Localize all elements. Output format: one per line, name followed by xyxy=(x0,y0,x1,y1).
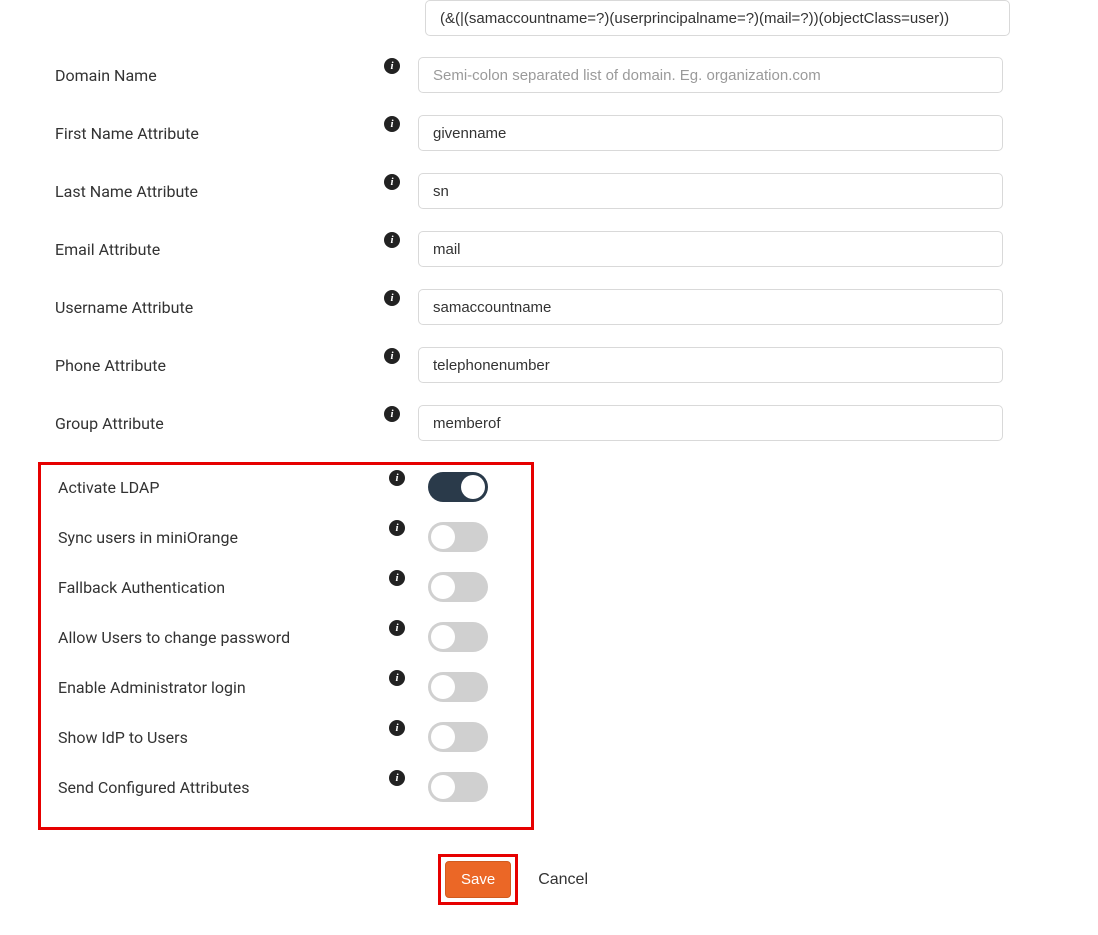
last-name-attr-label: Last Name Attribute xyxy=(55,182,384,201)
email-attr-input[interactable] xyxy=(418,231,1003,267)
show-idp-toggle[interactable] xyxy=(428,722,488,752)
save-button-highlight: Save xyxy=(438,854,518,905)
show-idp-label: Show IdP to Users xyxy=(58,728,389,747)
search-filter-input[interactable] xyxy=(425,0,1010,36)
info-icon[interactable]: i xyxy=(384,232,400,248)
admin-login-label: Enable Administrator login xyxy=(58,678,389,697)
fallback-auth-toggle[interactable] xyxy=(428,572,488,602)
save-button[interactable]: Save xyxy=(445,861,511,898)
info-icon[interactable]: i xyxy=(384,58,400,74)
admin-login-toggle[interactable] xyxy=(428,672,488,702)
info-icon[interactable]: i xyxy=(384,174,400,190)
send-attrs-toggle[interactable] xyxy=(428,772,488,802)
info-icon[interactable]: i xyxy=(384,348,400,364)
info-icon[interactable]: i xyxy=(389,720,405,736)
info-icon[interactable]: i xyxy=(389,470,405,486)
info-icon[interactable]: i xyxy=(384,116,400,132)
domain-name-input[interactable] xyxy=(418,57,1003,93)
group-attr-label: Group Attribute xyxy=(55,414,384,433)
info-icon[interactable]: i xyxy=(384,406,400,422)
info-icon[interactable]: i xyxy=(389,670,405,686)
phone-attr-input[interactable] xyxy=(418,347,1003,383)
info-icon[interactable]: i xyxy=(389,620,405,636)
email-attr-label: Email Attribute xyxy=(55,240,384,259)
username-attr-input[interactable] xyxy=(418,289,1003,325)
info-icon[interactable]: i xyxy=(389,570,405,586)
allow-change-pwd-label: Allow Users to change password xyxy=(58,628,389,647)
last-name-attr-input[interactable] xyxy=(418,173,1003,209)
fallback-auth-label: Fallback Authentication xyxy=(58,578,389,597)
info-icon[interactable]: i xyxy=(389,770,405,786)
sync-users-label: Sync users in miniOrange xyxy=(58,528,389,547)
info-icon[interactable]: i xyxy=(389,520,405,536)
domain-name-label: Domain Name xyxy=(55,66,384,85)
sync-users-toggle[interactable] xyxy=(428,522,488,552)
first-name-attr-label: First Name Attribute xyxy=(55,124,384,143)
info-icon[interactable]: i xyxy=(384,290,400,306)
cancel-button[interactable]: Cancel xyxy=(538,871,588,889)
options-highlighted-section: Activate LDAP i Sync users in miniOrange… xyxy=(38,462,534,830)
phone-attr-label: Phone Attribute xyxy=(55,356,384,375)
allow-change-pwd-toggle[interactable] xyxy=(428,622,488,652)
username-attr-label: Username Attribute xyxy=(55,298,384,317)
send-attrs-label: Send Configured Attributes xyxy=(58,778,389,797)
activate-ldap-toggle[interactable] xyxy=(428,472,488,502)
first-name-attr-input[interactable] xyxy=(418,115,1003,151)
group-attr-input[interactable] xyxy=(418,405,1003,441)
activate-ldap-label: Activate LDAP xyxy=(58,478,389,497)
